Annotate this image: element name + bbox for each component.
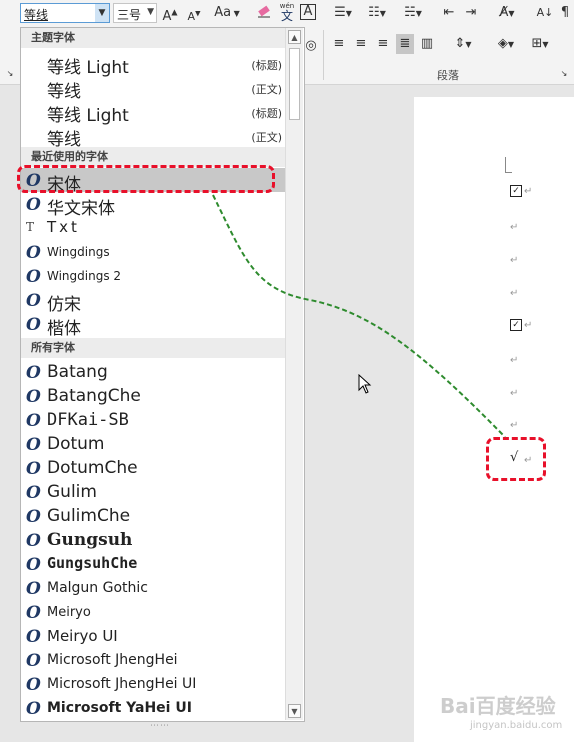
watermark-url: jingyan.baidu.com — [470, 720, 563, 731]
mouse-cursor-icon — [358, 374, 372, 394]
watermark-logo: Bai百度经验 — [440, 694, 556, 718]
annotation-connector — [212, 194, 506, 438]
